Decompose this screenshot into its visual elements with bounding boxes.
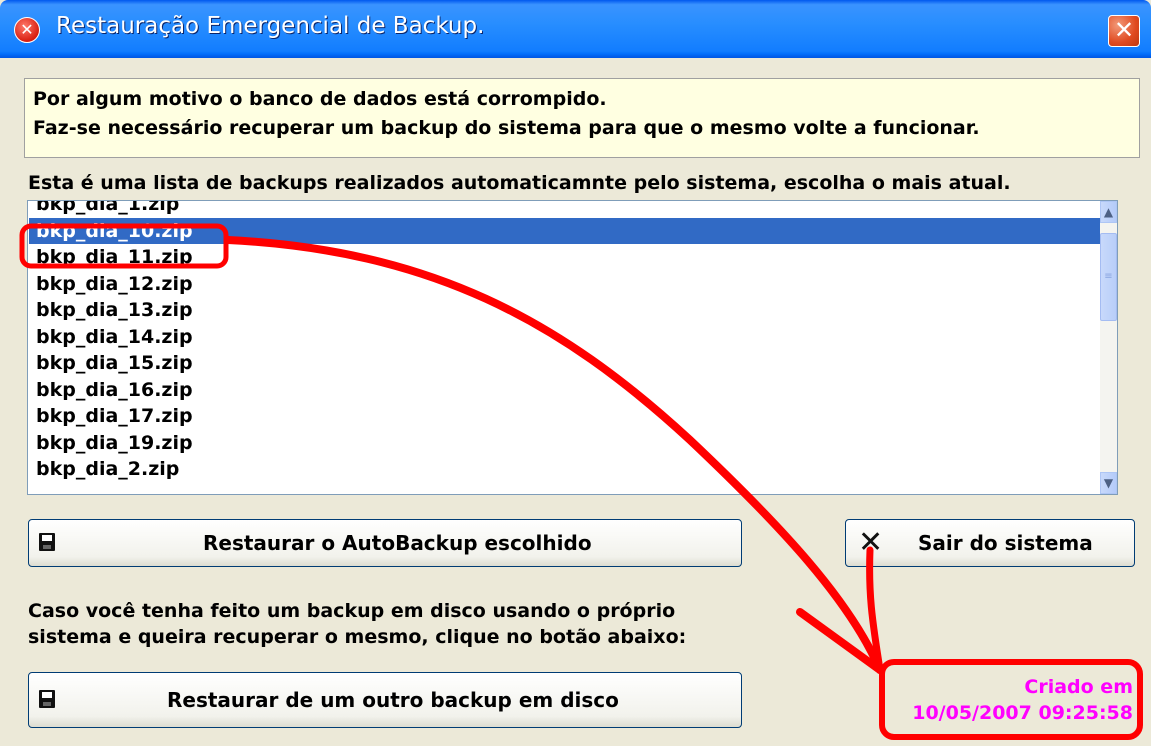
list-item[interactable]: bkp_dia_13.zip: [29, 297, 1101, 324]
restore-autobackup-button[interactable]: Restaurar o AutoBackup escolhido: [28, 519, 742, 567]
list-item[interactable]: bkp_dia_19.zip: [29, 430, 1101, 457]
list-item-selected[interactable]: bkp_dia_10.zip: [29, 217, 1101, 244]
chevron-down-icon: ▼: [1103, 476, 1114, 490]
backup-list-items: bkp_dia_1.zip bkp_dia_10.zip bkp_dia_11.…: [29, 201, 1101, 483]
chevron-up-icon: ▲: [1103, 205, 1114, 219]
backup-list-label: Esta é uma lista de backups realizados a…: [28, 172, 1011, 194]
close-icon: ✕: [1113, 16, 1135, 44]
list-item[interactable]: bkp_dia_16.zip: [29, 377, 1101, 404]
list-item[interactable]: bkp_dia_15.zip: [29, 350, 1101, 377]
list-item[interactable]: bkp_dia_1.zip: [29, 201, 1101, 218]
created-label: Criado em: [1024, 676, 1133, 698]
created-datetime: 10/05/2007 09:25:58: [912, 702, 1133, 724]
list-item[interactable]: bkp_dia_2.zip: [29, 456, 1101, 483]
scroll-up-button[interactable]: ▲: [1100, 201, 1117, 223]
x-icon: ✕: [858, 525, 884, 560]
restore-dialog: ✕ Restauração Emergencial de Backup. ✕ P…: [0, 0, 1151, 746]
disk-backup-instructions: Caso você tenha feito um backup em disco…: [28, 598, 686, 650]
vertical-scrollbar[interactable]: ▲ ≡ ▼: [1100, 201, 1117, 494]
error-icon: ✕: [14, 17, 40, 43]
list-item[interactable]: bkp_dia_17.zip: [29, 403, 1101, 430]
list-item[interactable]: bkp_dia_11.zip: [29, 244, 1101, 271]
close-button[interactable]: ✕: [1108, 15, 1140, 47]
backup-created-info: Criado em 10/05/2007 09:25:58: [912, 674, 1133, 726]
restore-autobackup-label: Restaurar o AutoBackup escolhido: [203, 531, 592, 555]
list-item[interactable]: bkp_dia_14.zip: [29, 324, 1101, 351]
scrollbar-thumb[interactable]: ≡: [1100, 233, 1117, 321]
restore-disk-label: Restaurar de um outro backup em disco: [167, 688, 619, 712]
window-title: Restauração Emergencial de Backup.: [56, 13, 485, 39]
message-line-2: Faz-se necessário recuperar um backup do…: [33, 117, 980, 139]
scroll-down-button[interactable]: ▼: [1100, 472, 1117, 494]
title-bar[interactable]: ✕ Restauração Emergencial de Backup. ✕: [0, 0, 1151, 58]
list-item[interactable]: bkp_dia_12.zip: [29, 271, 1101, 298]
exit-label: Sair do sistema: [918, 531, 1093, 555]
exit-button[interactable]: ✕ Sair do sistema: [845, 519, 1135, 567]
restore-disk-backup-button[interactable]: Restaurar de um outro backup em disco: [28, 672, 742, 728]
corruption-message: Por algum motivo o banco de dados está c…: [24, 78, 1140, 158]
disk-note-line-2: sistema e queira recuperar o mesmo, cliq…: [28, 626, 687, 648]
disk-note-line-1: Caso você tenha feito um backup em disco…: [28, 600, 676, 622]
backup-listbox[interactable]: bkp_dia_1.zip bkp_dia_10.zip bkp_dia_11.…: [27, 200, 1118, 495]
message-line-1: Por algum motivo o banco de dados está c…: [33, 88, 607, 110]
annotation-arrow-head: [796, 608, 884, 674]
annotation-arrow-up: [866, 546, 884, 674]
floppy-disk-icon: [39, 690, 55, 708]
floppy-disk-icon: [39, 533, 55, 551]
